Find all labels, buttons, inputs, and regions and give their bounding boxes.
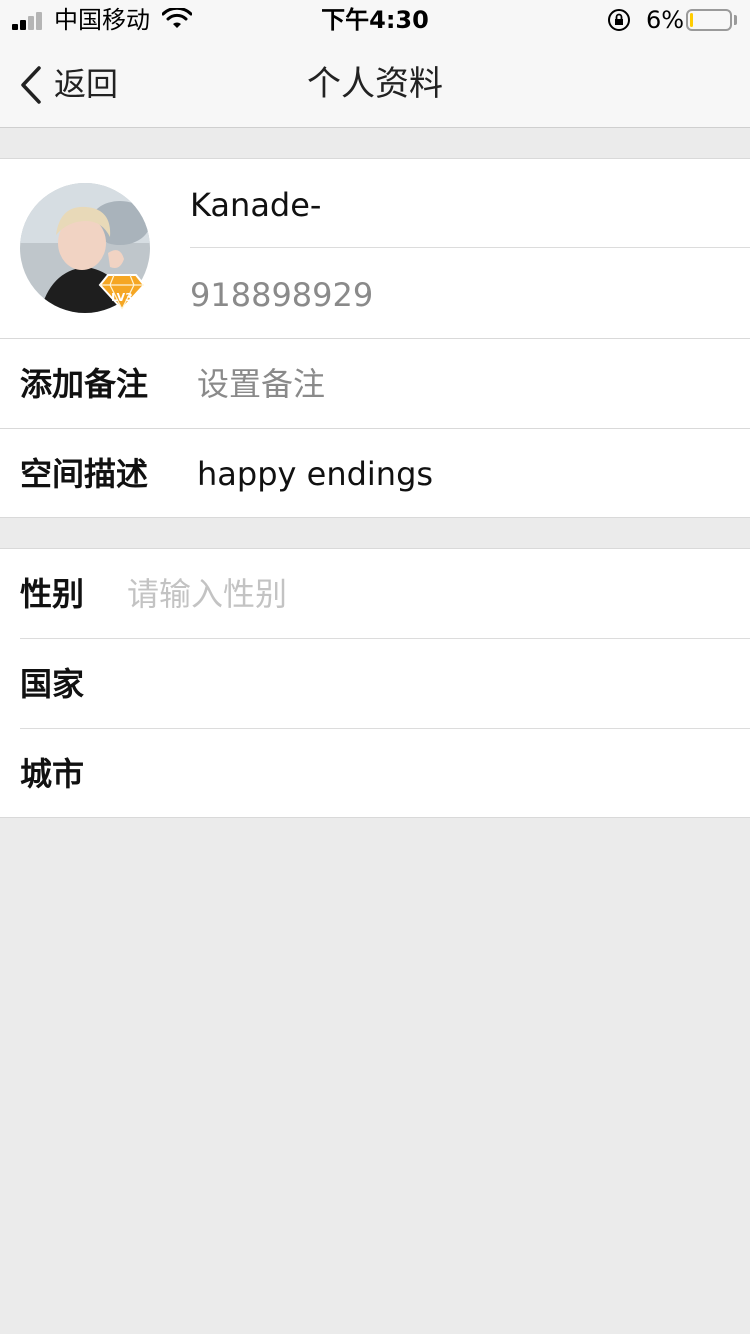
navigation-bar: 返回 个人资料 — [0, 40, 750, 128]
space-description-value[interactable]: happy endings — [197, 452, 433, 496]
remark-value[interactable]: 设置备注 — [197, 362, 325, 406]
profile-section: LV3 Kanade- 918898929 添加备注 设置备注 空间描述 hap… — [0, 158, 750, 518]
status-bar: 中国移动 下午4:30 6% — [0, 0, 750, 40]
level-badge-text: LV3 — [111, 291, 133, 304]
battery-level — [690, 13, 693, 27]
info-section: 性别 国家 城市 — [0, 548, 750, 818]
country-row[interactable]: 国家 — [0, 639, 750, 729]
remark-label: 添加备注 — [20, 365, 149, 403]
divider — [190, 247, 750, 248]
space-description-row[interactable]: 空间描述 happy endings — [0, 429, 750, 519]
gender-label: 性别 — [20, 575, 85, 613]
city-label: 城市 — [20, 755, 85, 793]
diamond-level-icon: LV3 — [98, 274, 146, 311]
country-label: 国家 — [20, 665, 85, 703]
space-description-label: 空间描述 — [20, 455, 149, 493]
page-title: 个人资料 — [307, 64, 443, 104]
nickname: Kanade- — [190, 186, 322, 224]
clock: 下午4:30 — [321, 6, 429, 34]
battery-cap — [734, 15, 737, 25]
battery-icon — [686, 9, 732, 31]
remark-row[interactable]: 添加备注 设置备注 — [0, 339, 750, 429]
rotation-lock-icon — [608, 9, 630, 31]
account-id: 918898929 — [190, 276, 374, 314]
city-row[interactable]: 城市 — [0, 729, 750, 819]
battery-percent: 6% — [646, 6, 685, 34]
gender-row[interactable]: 性别 — [0, 549, 750, 639]
gender-input[interactable] — [127, 569, 727, 619]
